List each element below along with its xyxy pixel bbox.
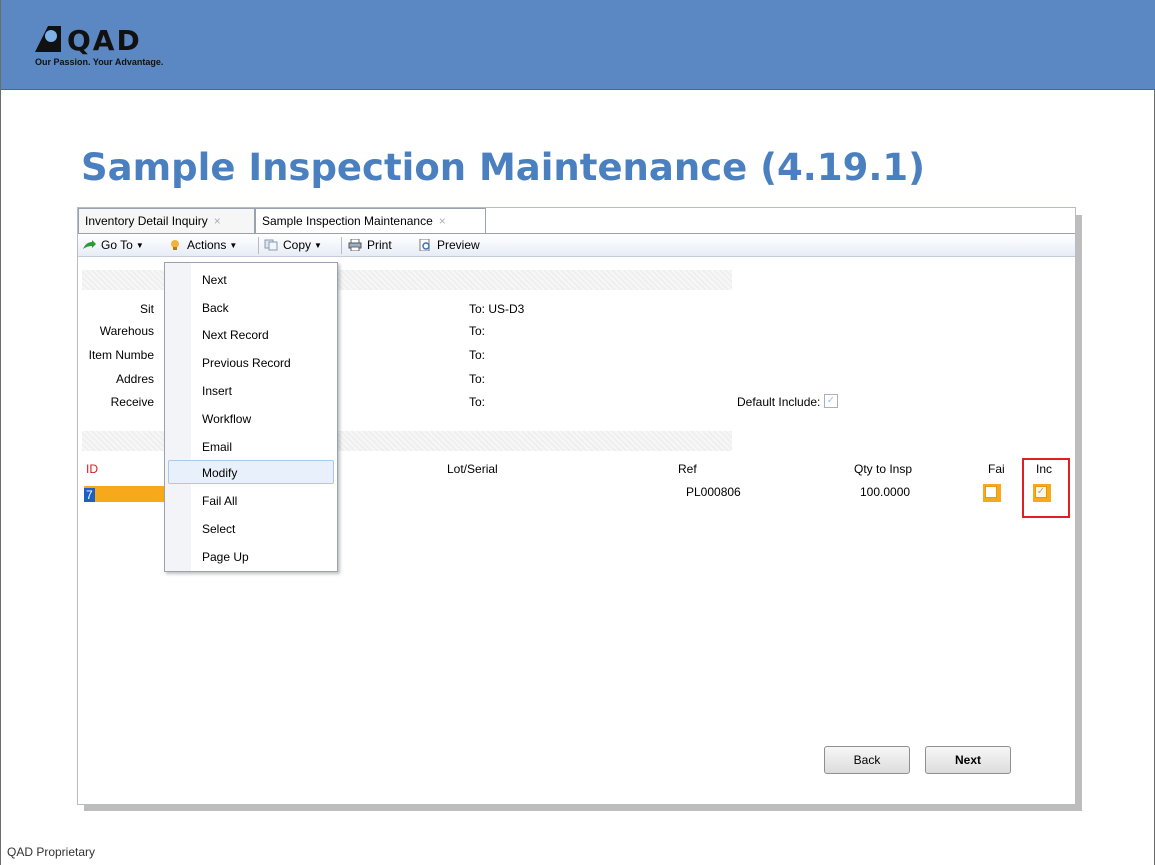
chevron-down-icon: ▼ — [135, 241, 144, 250]
received-label: Receive — [110, 395, 154, 409]
tab-label: Sample Inspection Maintenance — [262, 214, 433, 228]
next-button[interactable]: Next — [925, 746, 1011, 774]
ref-cell: PL000806 — [686, 485, 741, 499]
qty-cell: 100.0000 — [860, 485, 911, 499]
actions-button[interactable]: Actions ▼ — [168, 238, 237, 252]
address-label: Addres — [115, 372, 154, 386]
actions-menu: Next Back Next Record Previous Record In… — [164, 262, 338, 572]
qty-to-insp-column-header[interactable]: Qty to Insp — [854, 462, 912, 476]
tab-sample-inspection-maintenance[interactable]: Sample Inspection Maintenance × — [255, 208, 486, 233]
printer-icon — [348, 239, 362, 251]
item-number-label: Item Numbe — [88, 348, 154, 362]
footer-text: QAD Proprietary — [7, 845, 96, 859]
default-include-checkbox[interactable]: ✓ — [824, 394, 838, 408]
chevron-down-icon: ▼ — [314, 241, 322, 250]
id-value: 7 — [84, 488, 95, 502]
preview-label: Preview — [437, 238, 480, 252]
tab-bar: Inventory Detail Inquiry × Sample Inspect… — [78, 208, 1075, 233]
qad-logo: QAD Our Passion. Your Advantage. — [35, 24, 185, 72]
actions-label: Actions — [187, 238, 227, 252]
copy-button[interactable]: Copy ▼ — [264, 238, 322, 252]
highlight-box — [1022, 458, 1070, 518]
ref-column-header[interactable]: Ref — [678, 462, 697, 476]
copy-label: Copy — [283, 238, 312, 252]
print-label: Print — [367, 238, 392, 252]
header-banner: QAD Our Passion. Your Advantage. — [1, 0, 1155, 90]
preview-button[interactable]: Preview — [418, 238, 480, 252]
slide-title: Sample Inspection Maintenance (4.19.1) — [81, 146, 926, 189]
close-icon[interactable]: × — [439, 214, 446, 228]
lot-serial-column-header[interactable]: Lot/Serial — [447, 462, 498, 476]
tab-label: Inventory Detail Inquiry — [85, 214, 208, 228]
checkbox-box — [985, 486, 997, 498]
warehouse-to-label: To: — [469, 324, 486, 338]
slide: QAD Our Passion. Your Advantage. Sample … — [0, 0, 1155, 865]
copy-icon — [264, 239, 278, 251]
lightbulb-icon — [171, 240, 179, 250]
goto-button[interactable]: Go To ▼ — [82, 238, 144, 252]
logo-tagline: Our Passion. Your Advantage. — [35, 57, 164, 67]
chevron-down-icon: ▼ — [229, 241, 238, 250]
id-column-header[interactable]: ID — [86, 462, 98, 476]
back-button[interactable]: Back — [824, 746, 910, 774]
fail-checkbox[interactable] — [983, 484, 1001, 502]
toolbar: Go To ▼ Actions ▼ Copy ▼ Print Preview — [78, 233, 1075, 257]
goto-label: Go To — [101, 238, 133, 252]
menu-item-insert[interactable]: Insert — [168, 378, 334, 402]
preview-icon — [419, 239, 430, 251]
site-to-value: To: US-D3 — [469, 302, 525, 316]
tab-inventory-detail-inquiry[interactable]: Inventory Detail Inquiry × — [78, 208, 255, 233]
menu-item-fail-all[interactable]: Fail All — [168, 488, 334, 512]
qad-logo-icon — [35, 26, 61, 52]
item-number-to-label: To: — [469, 348, 486, 362]
goto-arrow-icon — [83, 240, 96, 249]
toolbar-divider — [341, 237, 342, 254]
menu-item-next[interactable]: Next — [168, 267, 334, 291]
menu-item-modify[interactable]: Modify — [168, 460, 334, 484]
menu-item-page-up[interactable]: Page Up — [168, 544, 334, 568]
print-button[interactable]: Print — [348, 238, 392, 252]
site-label: Sit — [139, 302, 154, 316]
logo-text: QAD — [67, 24, 142, 57]
menu-item-email[interactable]: Email — [168, 434, 334, 458]
warehouse-label: Warehous — [99, 324, 154, 338]
received-to-label: To: — [469, 395, 486, 409]
menu-item-select[interactable]: Select — [168, 516, 334, 540]
menu-item-workflow[interactable]: Workflow — [168, 406, 334, 430]
default-include-label: Default Include: — [737, 395, 821, 409]
fail-column-header[interactable]: Fai — [988, 462, 1005, 476]
menu-item-back[interactable]: Back — [168, 295, 334, 319]
close-icon[interactable]: × — [214, 214, 221, 228]
address-to-label: To: — [469, 372, 486, 386]
toolbar-divider — [258, 237, 259, 254]
menu-item-previous-record[interactable]: Previous Record — [168, 350, 334, 374]
menu-item-next-record[interactable]: Next Record — [168, 322, 334, 346]
